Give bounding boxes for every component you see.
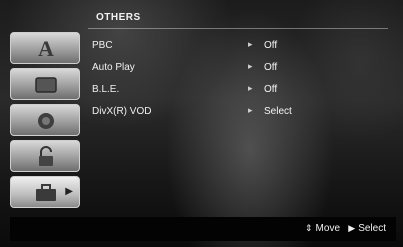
move-hint: ⇕ Move: [305, 223, 340, 234]
speaker-icon: [33, 110, 59, 132]
setting-value: Off: [264, 84, 278, 95]
category-others[interactable]: ▶: [10, 176, 80, 208]
pointer-icon: ▸: [248, 83, 253, 93]
setting-row-auto-play[interactable]: Auto Play ▸ Off: [92, 61, 372, 78]
up-down-icon: ⇕: [305, 223, 313, 233]
setting-label: DivX(R) VOD: [92, 106, 152, 117]
category-language[interactable]: A: [10, 32, 80, 64]
category-sidebar: A ▶: [10, 32, 82, 210]
setting-label: PBC: [92, 40, 113, 51]
submenu-arrow-icon: ▶: [65, 186, 73, 197]
select-hint: ▶ Select: [348, 223, 386, 234]
pointer-icon: ▸: [248, 61, 253, 71]
pointer-icon: ▸: [248, 105, 253, 115]
section-title: OTHERS: [96, 12, 141, 23]
setting-label: Auto Play: [92, 62, 135, 73]
screen-icon: [33, 74, 59, 96]
category-lock[interactable]: [10, 140, 80, 172]
help-bar: ⇕ Move ▶ Select: [10, 217, 396, 241]
setting-value: Off: [264, 40, 278, 51]
setting-row-divx-vod[interactable]: DivX(R) VOD ▸ Select: [92, 105, 372, 122]
section-header: OTHERS: [88, 8, 388, 29]
category-display[interactable]: [10, 68, 80, 100]
category-audio[interactable]: [10, 104, 80, 136]
text-a-icon: A: [38, 36, 54, 61]
lock-icon: [33, 146, 59, 168]
briefcase-icon: [33, 182, 59, 204]
pointer-icon: ▸: [248, 39, 253, 49]
setting-value: Off: [264, 62, 278, 73]
play-icon: ▶: [348, 223, 356, 233]
setting-value: Select: [264, 106, 292, 117]
setting-label: B.L.E.: [92, 84, 120, 95]
setting-row-pbc[interactable]: PBC ▸ Off: [92, 39, 372, 56]
setting-row-ble[interactable]: B.L.E. ▸ Off: [92, 83, 372, 100]
